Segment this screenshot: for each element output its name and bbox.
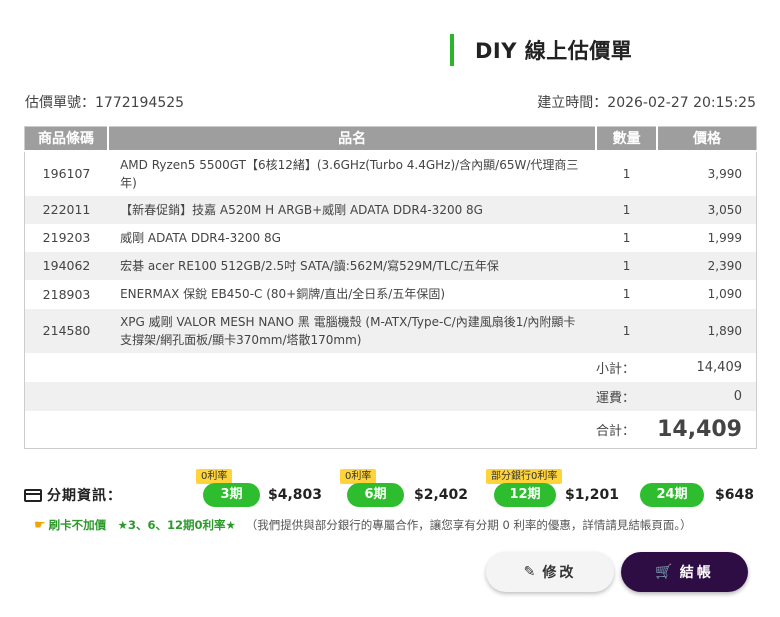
pencil-icon: ✎: [523, 564, 536, 580]
installment-amount: $648: [715, 487, 754, 503]
table-row: 196107 AMD Ryzen5 5500GT【6核12緒】(3.6GHz(T…: [24, 150, 757, 196]
item-code: 196107: [24, 150, 109, 196]
credit-card-icon: [24, 488, 42, 502]
installment-title: 分期資訊：: [24, 485, 122, 505]
title-accent-bar: [450, 34, 454, 66]
page-title-wrap: DIY 線上估價單: [450, 34, 632, 66]
edit-button[interactable]: ✎ 修改: [486, 552, 614, 592]
table-row: 194062 宏碁 acer RE100 512GB/2.5吋 SATA/讀:5…: [24, 251, 757, 280]
item-qty: 1: [596, 308, 658, 353]
table-row: 219203 威剛 ADATA DDR4-3200 8G 1 1,999: [24, 223, 757, 252]
total-row: 合計： 14,409: [24, 410, 757, 449]
card-note: ☛ 刷卡不加價 ★3、6、12期0利率★ （我們提供與部分銀行的專屬合作，讓您享…: [34, 517, 692, 533]
quote-meta: 估價單號：1772194525 建立時間：2026-02-27 20:15:25: [25, 92, 756, 112]
item-code: 214580: [24, 308, 109, 353]
table-row: 222011 【新春促銷】技嘉 A520M H ARGB+威剛 ADATA DD…: [24, 195, 757, 224]
installment-amount: $4,803: [268, 487, 323, 503]
item-price: 1,090: [657, 279, 757, 309]
zero-interest-badge: 0利率: [340, 469, 377, 484]
item-code: 222011: [24, 195, 109, 224]
item-name: ENERMAX 保銳 EB450-C (80+銅牌/直出/全日系/五年保固): [108, 279, 597, 309]
card-note-text: （我們提供與部分銀行的專屬合作，讓您享有分期 0 利率的優惠，詳情請見結帳頁面。…: [245, 518, 692, 532]
installment-amount: $1,201: [565, 487, 620, 503]
item-price: 2,390: [657, 251, 757, 280]
table-row: 218903 ENERMAX 保銳 EB450-C (80+銅牌/直出/全日系/…: [24, 279, 757, 309]
col-header-qty: 數量: [596, 126, 659, 152]
quote-number: 估價單號：1772194525: [25, 95, 185, 111]
installment-title-text: 分期資訊：: [47, 488, 122, 504]
shipping-row: 運費： 0: [24, 381, 757, 411]
item-qty: 1: [596, 223, 658, 252]
card-note-highlight: 刷卡不加價 ★3、6、12期0利率★: [48, 518, 236, 532]
page-title: DIY 線上估價單: [475, 39, 633, 63]
quote-table: 商品條碼 品名 數量 價格 196107 AMD Ryzen5 5500GT【6…: [24, 126, 757, 449]
shipping-label: 運費：: [24, 381, 658, 411]
item-name: 【新春促銷】技嘉 A520M H ARGB+威剛 ADATA DDR4-3200…: [108, 195, 597, 224]
created-time: 建立時間：2026-02-27 20:15:25: [537, 95, 756, 111]
subtotal-value: 14,409: [657, 352, 757, 382]
item-price: 3,990: [657, 150, 757, 196]
col-header-price: 價格: [657, 126, 757, 152]
item-code: 194062: [24, 251, 109, 280]
col-header-name: 品名: [108, 126, 598, 152]
item-qty: 1: [596, 279, 658, 309]
item-qty: 1: [596, 150, 658, 196]
table-header-row: 商品條碼 品名 數量 價格: [24, 126, 757, 152]
item-qty: 1: [596, 251, 658, 280]
installment-term-pill: 6期: [347, 483, 404, 507]
checkout-button-label: 結帳: [679, 565, 714, 581]
shopping-cart-icon: 🛒: [655, 564, 673, 580]
item-code: 218903: [24, 279, 109, 309]
item-price: 1,999: [657, 223, 757, 252]
table-row: 214580 XPG 威剛 VALOR MESH NANO 黑 電腦機殼 (M-…: [24, 308, 757, 353]
subtotal-label: 小計：: [24, 352, 658, 382]
edit-button-label: 修改: [542, 565, 577, 581]
pointing-hand-icon: ☛: [34, 517, 46, 533]
zero-interest-badge: 0利率: [196, 469, 233, 484]
shipping-value: 0: [657, 381, 757, 411]
installment-term-pill: 3期: [203, 483, 260, 507]
subtotal-row: 小計： 14,409: [24, 352, 757, 382]
total-label: 合計：: [24, 410, 658, 449]
item-name: XPG 威剛 VALOR MESH NANO 黑 電腦機殼 (M-ATX/Typ…: [108, 308, 597, 353]
col-header-code: 商品條碼: [24, 126, 110, 152]
checkout-button[interactable]: 🛒 結帳: [621, 552, 748, 592]
installment-amount: $2,402: [414, 487, 469, 503]
item-price: 1,890: [657, 308, 757, 353]
item-name: AMD Ryzen5 5500GT【6核12緒】(3.6GHz(Turbo 4.…: [108, 150, 597, 196]
item-qty: 1: [596, 195, 658, 224]
item-name: 宏碁 acer RE100 512GB/2.5吋 SATA/讀:562M/寫52…: [108, 251, 597, 280]
item-name: 威剛 ADATA DDR4-3200 8G: [108, 223, 597, 252]
total-value: 14,409: [657, 410, 757, 449]
installment-term-pill: 24期: [640, 483, 704, 507]
partial-bank-zero-interest-badge: 部分銀行0利率: [486, 469, 563, 484]
item-price: 3,050: [657, 195, 757, 224]
installment-term-pill: 12期: [494, 483, 556, 507]
installment-info: 分期資訊： 0利率 3期 $4,803 0利率 6期 $2,402 部分銀行0利…: [24, 469, 764, 509]
item-code: 219203: [24, 223, 109, 252]
